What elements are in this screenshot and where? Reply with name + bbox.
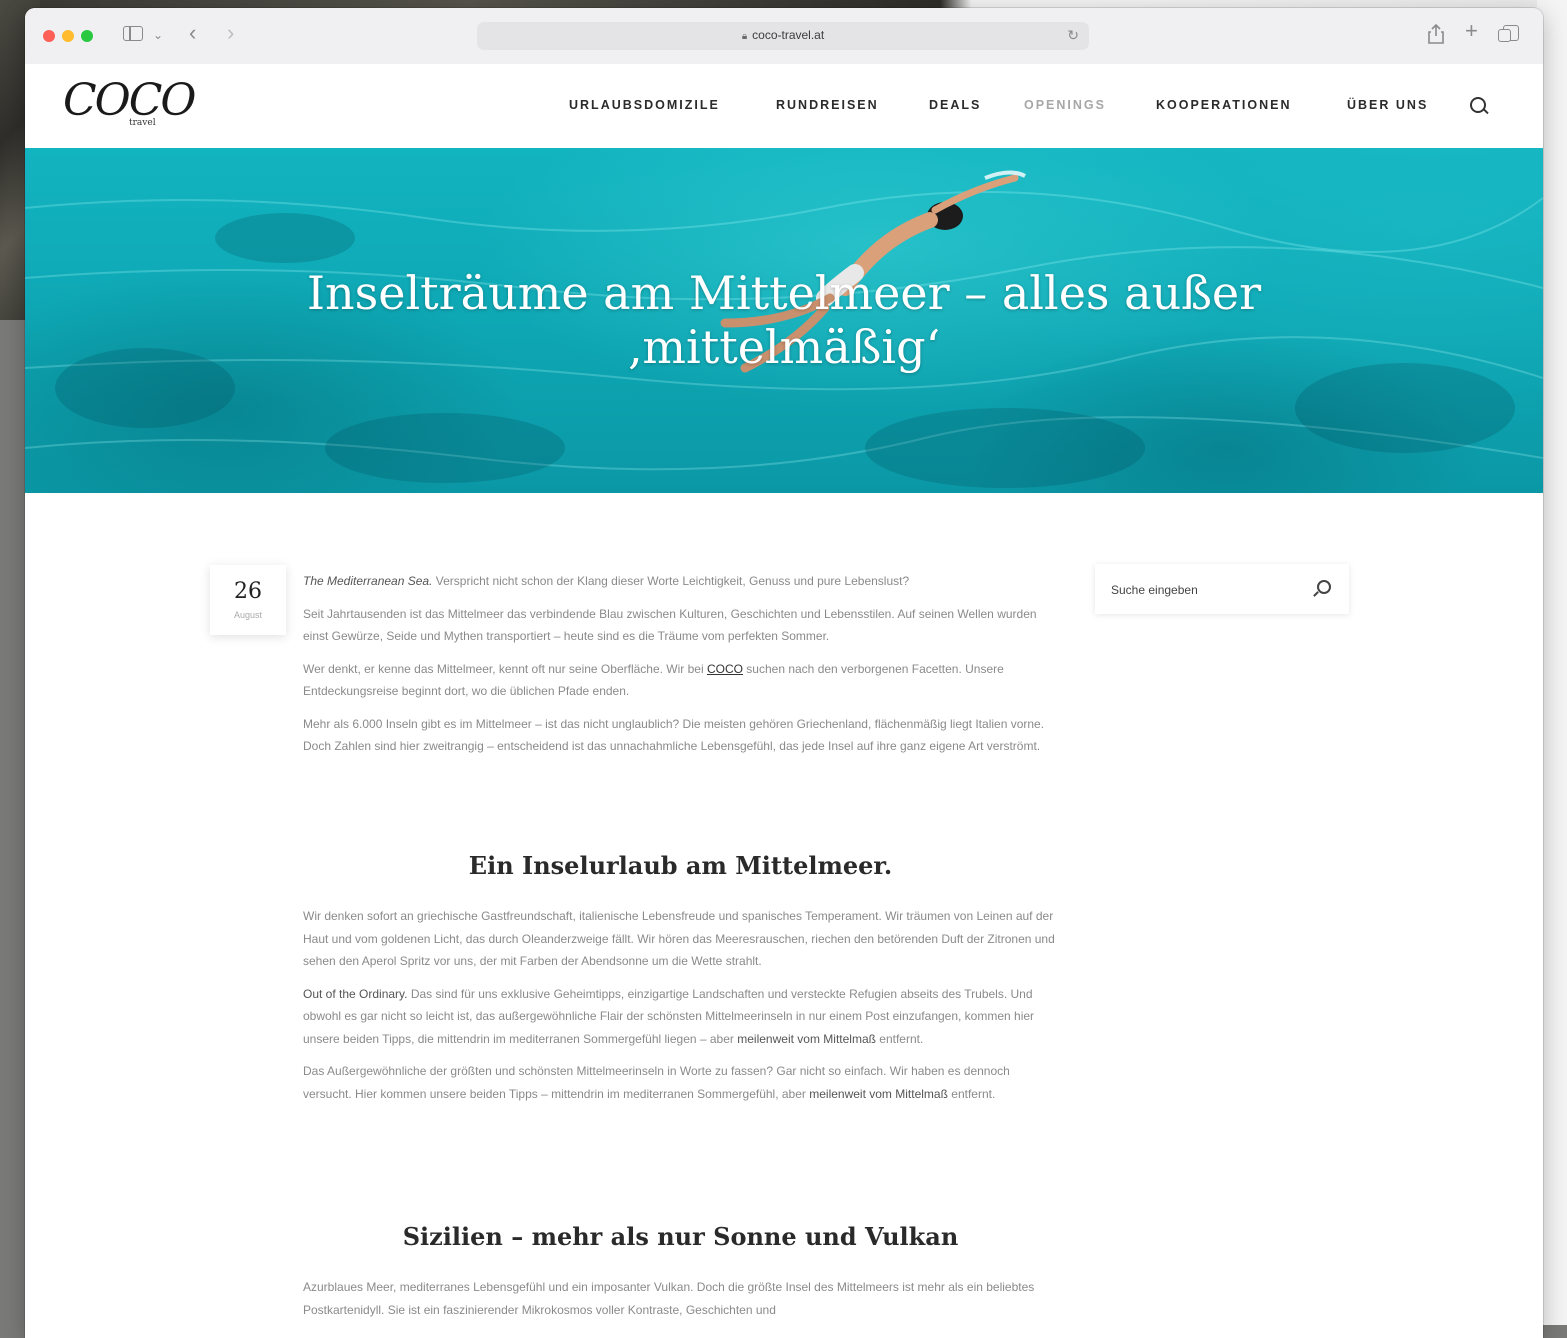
share-icon[interactable]: [1427, 23, 1445, 47]
address-bar[interactable]: 🔒︎ coco-travel.at ↻: [477, 22, 1089, 50]
site-logo-sub: travel: [129, 118, 156, 128]
article-body-2: Wir denken sofort an griechische Gastfre…: [303, 905, 1058, 1115]
intro-lead: The Mediterranean Sea.: [303, 574, 433, 588]
hero-title-line1: Inselträume am Mittelmeer – alles außer: [306, 266, 1262, 320]
hero-title-line2: ‚mittelmäßig‘: [627, 320, 941, 374]
browser-window: ⌄ ‹ › 🔒︎ coco-travel.at ↻ + COCO travel U…: [25, 8, 1543, 1338]
minimize-window-button[interactable]: [62, 30, 74, 42]
article-body-3: Azurblaues Meer, mediterranes Lebensgefü…: [303, 1276, 1058, 1331]
paragraph-5-text: Das sind für uns exklusive Geheimtipps, …: [303, 986, 1035, 1046]
article-body: The Mediterranean Sea. Verspricht nicht …: [303, 570, 1058, 768]
paragraph-6: Das Außergewöhnliche der größten und sch…: [303, 1060, 1058, 1105]
date-month: August: [233, 610, 263, 620]
hero-title: Inselträume am Mittelmeer – alles außer …: [25, 266, 1543, 374]
date-badge: 26 August: [210, 565, 286, 635]
hero-banner: Inselträume am Mittelmeer – alles außer …: [25, 148, 1543, 493]
paragraph-5-end: entfernt.: [875, 1031, 924, 1046]
chevron-back-icon[interactable]: ‹: [189, 22, 196, 44]
paragraph-5-lead: Out of the Ordinary.: [303, 986, 408, 1001]
sidebar-search: [1095, 564, 1349, 614]
paragraph-5: Out of the Ordinary. Das sind für uns ex…: [303, 983, 1058, 1051]
browser-toolbar: ⌄ ‹ › 🔒︎ coco-travel.at ↻ +: [25, 8, 1543, 65]
coco-link[interactable]: COCO: [707, 662, 743, 676]
nav-urlaubsdomizile[interactable]: URLAUBSDOMIZILE: [569, 97, 720, 113]
heading-inselurlaub: Ein Inselurlaub am Mittelmeer.: [468, 851, 893, 880]
nav-openings[interactable]: OPENINGS: [1024, 97, 1106, 113]
url-display: 🔒︎ coco-travel.at: [477, 28, 1089, 42]
sidebar-icon[interactable]: [123, 26, 143, 41]
nav-kooperationen[interactable]: KOOPERATIONEN: [1156, 97, 1292, 113]
reload-icon[interactable]: ↻: [1067, 27, 1079, 44]
nav-rundreisen[interactable]: RUNDREISEN: [776, 97, 879, 113]
paragraph-4: Wir denken sofort an griechische Gastfre…: [303, 909, 1055, 968]
url-text: coco-travel.at: [752, 28, 825, 42]
paragraph-3: Mehr als 6.000 Inseln gibt es im Mittelm…: [303, 716, 1045, 754]
sidebar-search-input[interactable]: [1109, 578, 1303, 602]
close-window-button[interactable]: [43, 30, 55, 42]
search-icon[interactable]: [1313, 580, 1331, 598]
lock-icon: 🔒︎: [741, 31, 748, 42]
heading-sizilien: Sizilien – mehr als nur Sonne und Vulkan: [402, 1222, 959, 1251]
zoom-window-button[interactable]: [81, 30, 93, 42]
site-header: COCO travel URLAUBSDOMIZILE RUNDREISEN D…: [25, 64, 1543, 148]
paragraph-2-before: Wer denkt, er kenne das Mittelmeer, kenn…: [303, 661, 707, 676]
tabs-icon[interactable]: [1498, 25, 1519, 42]
plus-icon[interactable]: +: [1465, 20, 1478, 42]
paragraph-6-bold: meilenweit vom Mittelmaß: [809, 1086, 948, 1101]
paragraph-5-bold: meilenweit vom Mittelmaß: [737, 1031, 876, 1046]
nav-ueber-uns[interactable]: ÜBER UNS: [1347, 97, 1428, 113]
paragraph-6-end: entfernt.: [947, 1086, 996, 1101]
nav-deals[interactable]: DEALS: [929, 97, 981, 113]
paragraph-7: Azurblaues Meer, mediterranes Lebensgefü…: [303, 1280, 1035, 1317]
chevron-forward-icon[interactable]: ›: [227, 22, 234, 44]
chevron-down-icon[interactable]: ⌄: [153, 26, 163, 44]
search-icon[interactable]: [1469, 96, 1489, 116]
intro-text: Verspricht nicht schon der Klang dieser …: [432, 574, 910, 588]
paragraph-1: Seit Jahrtausenden ist das Mittelmeer da…: [303, 606, 1037, 644]
date-day: 26: [234, 579, 262, 604]
intro-paragraph: The Mediterranean Sea. Verspricht nicht …: [303, 570, 1058, 593]
paragraph-2: Wer denkt, er kenne das Mittelmeer, kenn…: [303, 658, 1058, 703]
